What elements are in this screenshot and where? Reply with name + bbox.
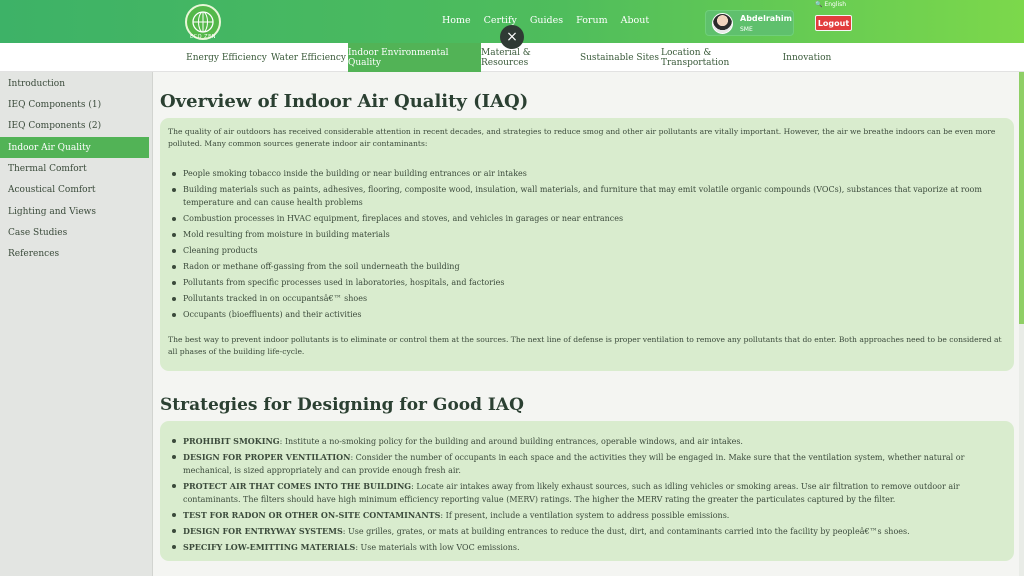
nav-forum[interactable]: Forum — [576, 15, 607, 26]
language-label: English — [824, 1, 847, 8]
language-selector[interactable]: 🔍 English — [815, 1, 846, 8]
nav-about[interactable]: About — [621, 15, 650, 26]
globe-icon: 🔍 — [815, 1, 823, 8]
strategies-card: PROHIBIT SMOKING: Institute a no-smoking… — [160, 421, 1014, 561]
list-item: PROTECT AIR THAT COMES INTO THE BUILDING… — [172, 480, 998, 506]
nav-guides[interactable]: Guides — [530, 15, 563, 26]
logout-button[interactable]: Logout — [815, 15, 852, 31]
list-item: Pollutants tracked in on occupantsâ€™ sh… — [172, 293, 998, 306]
sidebar: Introduction IEQ Components (1) IEQ Comp… — [0, 72, 153, 576]
list-item: Radon or methane off-gassing from the so… — [172, 261, 998, 274]
tab-material-resources[interactable]: Material & Resources — [481, 43, 578, 72]
user-name: Abdelrahim — [740, 14, 792, 23]
sidebar-item-thermal-comfort[interactable]: Thermal Comfort — [0, 158, 149, 179]
list-item: People smoking tobacco inside the buildi… — [172, 168, 998, 181]
logo-text: ECO ZEN — [190, 34, 216, 40]
strategy-text: : Use grilles, grates, or mats at buildi… — [342, 527, 910, 536]
list-item: Occupants (bioeffluents) and their activ… — [172, 309, 998, 322]
scrollbar-thumb[interactable] — [1019, 72, 1024, 324]
tab-sustainable-sites[interactable]: Sustainable Sites — [578, 43, 661, 72]
strategies-title: Strategies for Designing for Good IAQ — [160, 395, 524, 415]
list-item: Mold resulting from moisture in building… — [172, 229, 998, 242]
sidebar-item-indoor-air-quality[interactable]: Indoor Air Quality — [0, 137, 149, 158]
user-role: SME — [740, 26, 753, 33]
strategy-term: PROTECT AIR THAT COMES INTO THE BUILDING — [183, 481, 412, 491]
avatar — [712, 13, 733, 34]
tab-location-transportation[interactable]: Location & Transportation — [661, 43, 778, 72]
sidebar-item-ieq-components-2[interactable]: IEQ Components (2) — [0, 115, 149, 136]
strategy-term: DESIGN FOR ENTRYWAY SYSTEMS — [183, 526, 343, 536]
list-item: Cleaning products — [172, 245, 998, 258]
sidebar-item-ieq-components-1[interactable]: IEQ Components (1) — [0, 94, 149, 115]
globe-leaf-icon — [192, 11, 214, 33]
list-item: Pollutants from specific processes used … — [172, 277, 998, 290]
overview-closing: The best way to prevent indoor pollutant… — [168, 335, 1002, 356]
strategy-term: SPECIFY LOW-EMITTING MATERIALS — [183, 542, 356, 552]
strategy-text: : Use materials with low VOC emissions. — [355, 543, 520, 552]
main-nav: Home Certify Guides Forum About — [442, 15, 662, 26]
user-profile[interactable]: Abdelrahim SME — [705, 10, 794, 36]
sidebar-item-case-studies[interactable]: Case Studies — [0, 222, 149, 243]
overview-intro: The quality of air outdoors has received… — [168, 127, 996, 148]
sidebar-item-introduction[interactable]: Introduction — [0, 73, 149, 94]
list-item: DESIGN FOR PROPER VENTILATION: Consider … — [172, 451, 998, 477]
list-item: DESIGN FOR ENTRYWAY SYSTEMS: Use grilles… — [172, 525, 998, 539]
strategy-text: : If present, include a ventilation syst… — [440, 511, 730, 520]
sidebar-item-acoustical-comfort[interactable]: Acoustical Comfort — [0, 179, 149, 200]
tab-innovation[interactable]: Innovation — [778, 43, 836, 72]
page-title: Overview of Indoor Air Quality (IAQ) — [160, 91, 529, 112]
list-item: Building materials such as paints, adhes… — [172, 184, 998, 209]
nav-home[interactable]: Home — [442, 15, 471, 26]
sidebar-item-references[interactable]: References — [0, 243, 149, 264]
overview-card: The quality of air outdoors has received… — [160, 118, 1014, 371]
list-item: PROHIBIT SMOKING: Institute a no-smoking… — [172, 435, 998, 449]
strategy-term: PROHIBIT SMOKING — [183, 436, 280, 446]
tab-energy-efficiency[interactable]: Energy Efficiency — [184, 43, 269, 72]
list-item: TEST FOR RADON OR OTHER ON-SITE CONTAMIN… — [172, 509, 998, 523]
sidebar-item-lighting-views[interactable]: Lighting and Views — [0, 201, 149, 222]
list-item: SPECIFY LOW-EMITTING MATERIALS: Use mate… — [172, 541, 998, 555]
tab-indoor-environmental-quality[interactable]: Indoor Environmental Quality — [348, 43, 481, 72]
close-button[interactable]: × — [500, 25, 524, 49]
tab-water-efficiency[interactable]: Water Efficiency — [269, 43, 348, 72]
strategy-term: TEST FOR RADON OR OTHER ON-SITE CONTAMIN… — [183, 510, 441, 520]
strategy-text: : Institute a no-smoking policy for the … — [279, 437, 743, 446]
list-item: Combustion processes in HVAC equipment, … — [172, 213, 998, 226]
strategy-term: DESIGN FOR PROPER VENTILATION — [183, 452, 351, 462]
